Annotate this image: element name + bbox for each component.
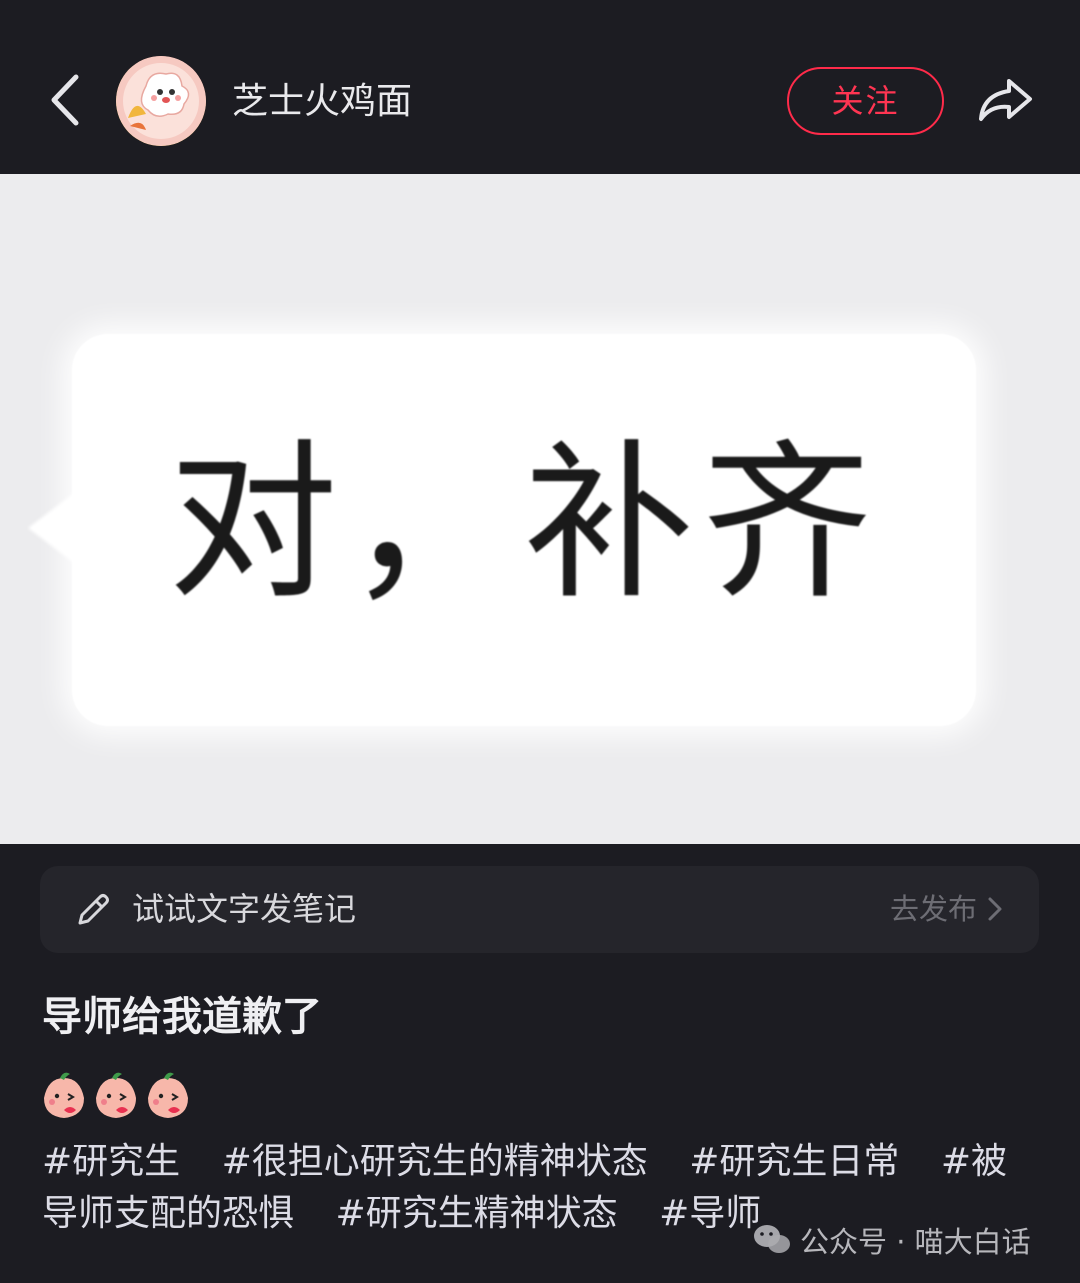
peach-kiss-emoji: [92, 1070, 140, 1120]
cartoon-avatar: [116, 56, 206, 146]
avatar[interactable]: [116, 56, 206, 146]
chevron-right-icon: [988, 897, 1002, 921]
speech-bubble-tail: [28, 490, 78, 566]
back-button[interactable]: [40, 70, 90, 130]
note-prompt-label: 试试文字发笔记: [132, 890, 357, 928]
watermark-text: 公众号 · 喵大白话: [800, 1225, 1031, 1259]
watermark: 公众号 · 喵大白话: [752, 1216, 1031, 1264]
hashtag[interactable]: #研究生精神状态: [335, 1193, 617, 1234]
emoji-row: [40, 1070, 192, 1124]
pencil-icon: [78, 894, 109, 925]
wechat-icon: [754, 1225, 790, 1253]
hashtag[interactable]: #研究生日常: [689, 1141, 899, 1182]
peach-kiss-emoji: [144, 1070, 192, 1120]
username[interactable]: 芝士火鸡面: [232, 78, 412, 126]
top-bar: 芝士火鸡面 关注: [0, 0, 1080, 174]
hashtag[interactable]: #很担心研究生的精神状态: [222, 1141, 648, 1182]
publish-label: 去发布: [889, 892, 977, 926]
share-arrow-icon: [979, 79, 1032, 121]
hashtag[interactable]: #导师: [659, 1193, 761, 1234]
share-button[interactable]: [972, 70, 1038, 130]
post-title: 导师给我道歉了: [42, 994, 322, 1040]
post-image[interactable]: 对，补齐: [0, 174, 1080, 844]
publish-link[interactable]: 去发布: [890, 886, 1003, 932]
hashtag[interactable]: #研究生: [42, 1141, 180, 1182]
peach-kiss-emoji: [40, 1070, 88, 1120]
chevron-left-icon: [51, 74, 79, 126]
bubble-text: 对，补齐: [167, 425, 880, 623]
text-note-prompt[interactable]: 试试文字发笔记 去发布: [40, 866, 1039, 953]
follow-button[interactable]: 关注: [787, 67, 944, 135]
